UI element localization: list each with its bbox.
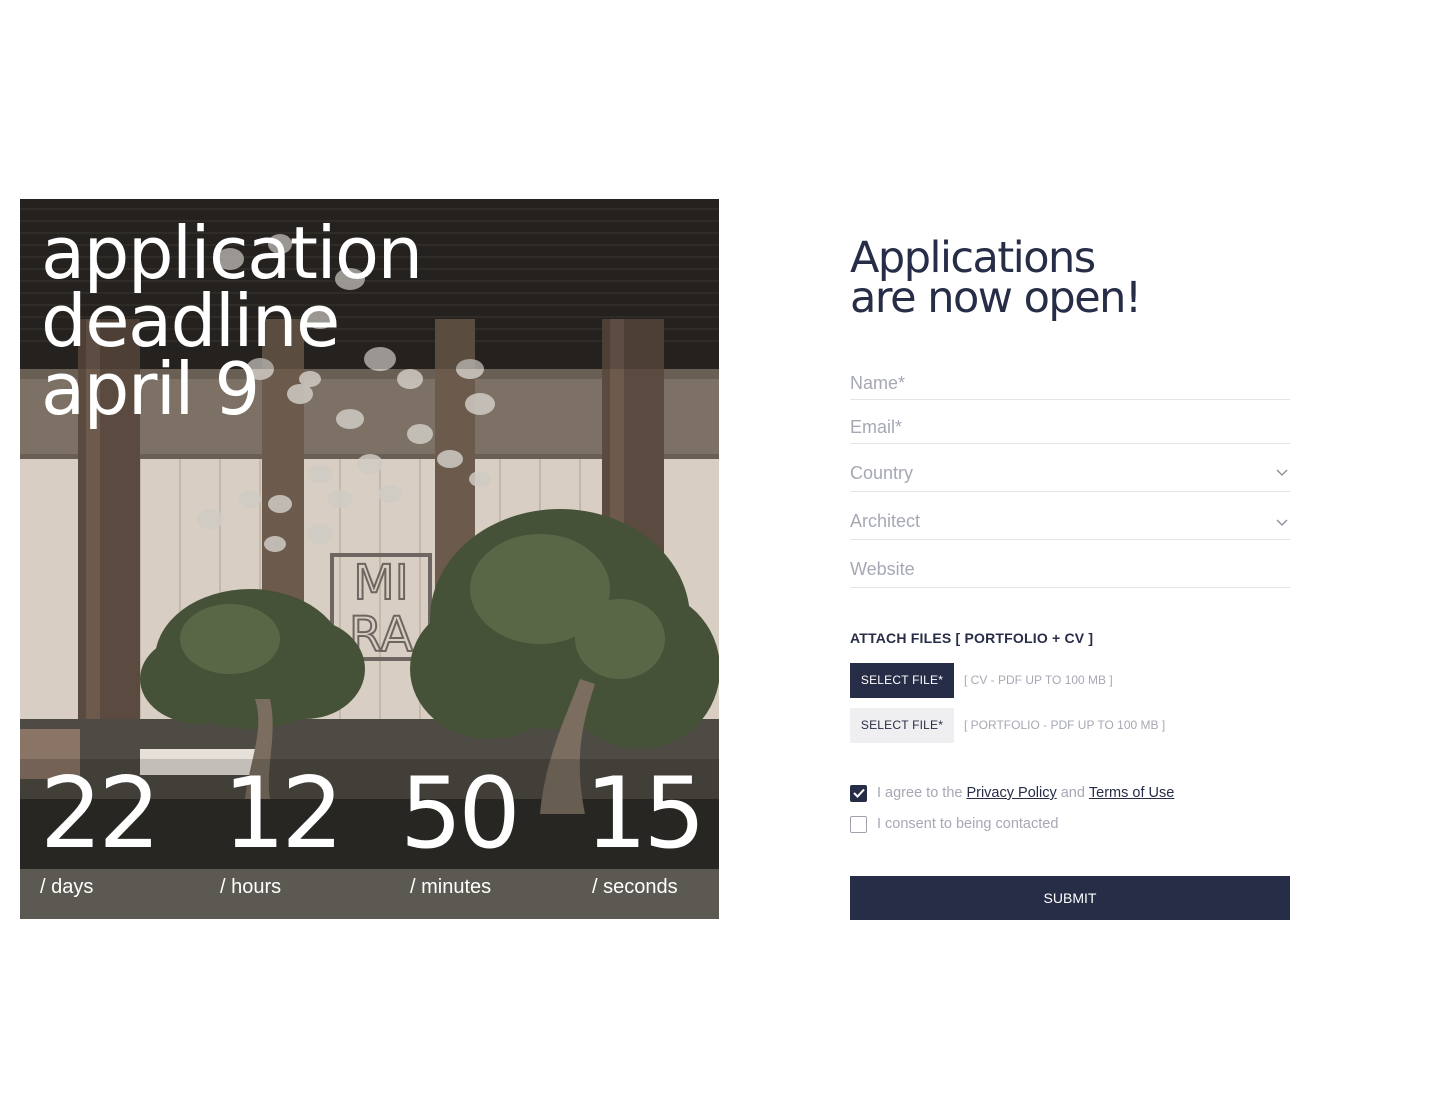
form-heading-line2: are now open!: [850, 273, 1142, 323]
agree-and: and: [1060, 785, 1085, 801]
consent-row: I consent to being contacted: [850, 814, 1058, 834]
form-heading-line1: Applications: [850, 233, 1096, 283]
countdown-minutes-value: 50: [400, 757, 521, 871]
agree-prefix: I agree to the: [877, 785, 963, 801]
terms-of-use-link[interactable]: Terms of Use: [1089, 785, 1174, 801]
deadline-title-line2: april 9: [41, 347, 260, 431]
name-field[interactable]: Name*: [850, 370, 1290, 400]
architect-placeholder: Architect: [850, 511, 921, 531]
logo-mi: MI: [353, 555, 409, 611]
select-portfolio-file-button[interactable]: SELECT FILE*: [850, 708, 954, 743]
website-placeholder: Website: [850, 559, 915, 579]
email-placeholder: Email*: [850, 417, 903, 437]
attach-files-title: ATTACH FILES [ PORTFOLIO + CV ]: [850, 630, 1094, 646]
countdown-seconds-value: 15: [585, 757, 706, 871]
agree-terms-row: I agree to the Privacy Policy and Terms …: [850, 783, 1178, 803]
name-placeholder: Name*: [850, 373, 906, 393]
architect-select[interactable]: Architect: [850, 508, 1290, 540]
countdown-minutes-label: / minutes: [410, 876, 492, 898]
privacy-policy-link[interactable]: Privacy Policy: [966, 785, 1056, 801]
chevron-down-icon: [1276, 469, 1288, 476]
website-field[interactable]: Website: [850, 556, 1290, 588]
application-page: MI RA application deadline april 9 22 12…: [0, 0, 1440, 1120]
country-select[interactable]: Country: [850, 460, 1290, 492]
email-field[interactable]: Email*: [850, 414, 1290, 444]
countdown-days-value: 22: [40, 757, 161, 871]
chevron-down-icon: [1276, 519, 1288, 526]
country-placeholder: Country: [850, 463, 914, 483]
consent-text: I consent to being contacted: [877, 816, 1059, 832]
countdown-days-label: / days: [40, 876, 94, 898]
submit-button[interactable]: SUBMIT: [850, 876, 1290, 920]
deadline-title-line1: application deadline: [41, 211, 423, 363]
select-cv-file-button[interactable]: SELECT FILE*: [850, 663, 954, 698]
application-form: Applications are now open! Name* Email* …: [850, 233, 1290, 920]
countdown-seconds-label: / seconds: [592, 876, 678, 898]
countdown-hours-value: 12: [223, 757, 344, 871]
checkmark-icon: [852, 788, 865, 798]
agree-checkbox[interactable]: [850, 784, 867, 802]
countdown-hours-label: / hours: [220, 876, 282, 898]
deadline-title: application deadline april 9: [41, 211, 711, 431]
cv-file-hint: [ CV - PDF UP TO 100 MB ]: [964, 673, 1113, 687]
consent-checkbox[interactable]: [850, 815, 867, 833]
hero-panel: MI RA application deadline april 9 22 12…: [20, 199, 719, 919]
form-heading: Applications are now open!: [850, 233, 1290, 323]
portfolio-file-hint: [ PORTFOLIO - PDF UP TO 100 MB ]: [964, 718, 1166, 732]
